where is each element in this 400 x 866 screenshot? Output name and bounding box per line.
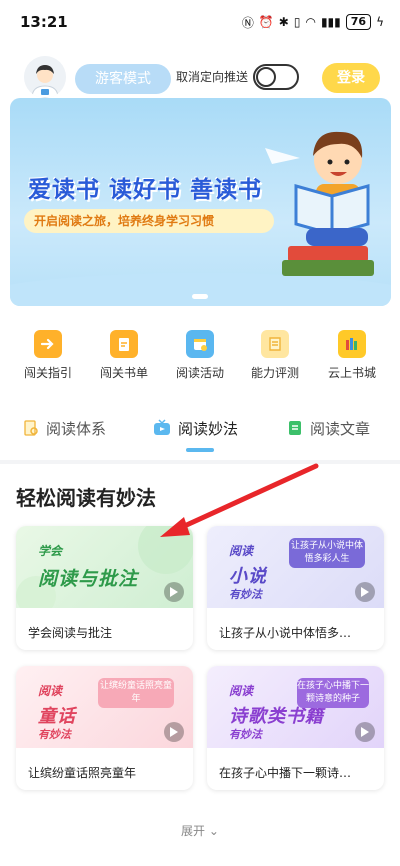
card-thumbnail: 阅读 小说 有妙法 让孩子从小说中体悟多彩人生 xyxy=(207,526,384,608)
enter-arrow-icon xyxy=(34,330,62,358)
method-card[interactable]: 阅读 童话 有妙法 让缤纷童话照亮童年 让缤纷童话照亮童年 xyxy=(16,666,193,790)
card-thumb-foot: 有妙法 xyxy=(229,588,262,601)
card-thumb-small: 学会 xyxy=(38,544,63,558)
expand-label: 展开 xyxy=(181,824,206,838)
card-thumb-foot: 有妙法 xyxy=(38,728,71,741)
charging-icon: ϟ xyxy=(376,15,384,29)
card-thumb-big: 童话 xyxy=(38,706,76,727)
quick-link-bookstore[interactable]: 云上书城 xyxy=(317,330,387,381)
banner-page-indicator xyxy=(192,294,208,299)
card-thumb-small: 阅读 xyxy=(229,684,254,698)
battery-icon: 76 xyxy=(345,14,372,30)
guest-mode-button[interactable]: 游客模式 xyxy=(75,64,171,94)
tab-label: 阅读文章 xyxy=(310,419,371,438)
quick-link-label: 能力评测 xyxy=(250,366,299,380)
chevron-down-icon: ⌄ xyxy=(208,824,219,838)
quick-link-booklist[interactable]: 闯关书单 xyxy=(89,330,159,381)
banner-subtitle: 开启阅读之旅，培养终身学习习惯 xyxy=(24,209,274,233)
card-thumb-small: 阅读 xyxy=(229,544,254,558)
quick-link-label: 闯关书单 xyxy=(99,366,148,380)
vibrate-icon: ▯ xyxy=(293,15,301,29)
bluetooth-icon: ✱ xyxy=(278,15,289,29)
tab-label: 阅读体系 xyxy=(46,419,107,438)
signal-icon: ▮▮▮ xyxy=(320,15,341,29)
nfc-icon: Ⓝ xyxy=(241,15,254,30)
quick-link-guide[interactable]: 闯关指引 xyxy=(13,330,83,381)
card-thumbnail: 阅读 诗歌类书籍 有妙法 在孩子心中播下一颗诗意的种子 xyxy=(207,666,384,748)
quick-link-assessment[interactable]: 能力评测 xyxy=(240,330,310,381)
banner-title: 爱读书 读好书 善读书 xyxy=(28,177,263,203)
card-bubble: 让缤纷童话照亮童年 xyxy=(98,678,174,708)
card-title: 学会阅读与批注 xyxy=(28,626,113,640)
tab-reading-methods[interactable]: 阅读妙法 xyxy=(152,408,238,448)
card-thumbnail: 阅读 童话 有妙法 让缤纷童话照亮童年 xyxy=(16,666,193,748)
bookshelf-icon xyxy=(338,330,366,358)
tv-icon xyxy=(154,419,170,435)
login-button[interactable]: 登录 xyxy=(322,63,380,93)
method-card[interactable]: 阅读 诗歌类书籍 有妙法 在孩子心中播下一颗诗意的种子 在孩子心中播下一颗诗… xyxy=(207,666,384,790)
card-title: 让缤纷童话照亮童年 xyxy=(28,766,137,780)
play-icon[interactable] xyxy=(164,582,184,602)
quick-link-label: 云上书城 xyxy=(327,366,376,380)
quick-link-activity[interactable]: 阅读活动 xyxy=(165,330,235,381)
push-toggle-label: 取消定向推送 xyxy=(176,70,249,84)
card-title: 在孩子心中播下一颗诗… xyxy=(219,766,352,780)
document-icon xyxy=(289,421,301,435)
quick-link-label: 阅读活动 xyxy=(175,366,224,380)
play-icon[interactable] xyxy=(355,722,375,742)
status-icons: Ⓝ ⏰ ✱ ▯ ◠ ▮▮▮ 76 ϟ xyxy=(242,14,384,31)
avatar-icon xyxy=(24,56,66,98)
card-thumb-big: 阅读与批注 xyxy=(38,568,139,590)
card-thumbnail: 学会 阅读与批注 xyxy=(16,526,193,608)
method-card[interactable]: 学会 阅读与批注 学会阅读与批注 xyxy=(16,526,193,650)
calendar-icon xyxy=(186,330,214,358)
toggle-knob xyxy=(256,67,276,87)
status-time: 13:21 xyxy=(20,13,68,31)
expand-button[interactable]: 展开 ⌄ xyxy=(0,822,400,839)
method-card[interactable]: 阅读 小说 有妙法 让孩子从小说中体悟多彩人生 让孩子从小说中体悟多… xyxy=(207,526,384,650)
tab-reading-system[interactable]: 阅读体系 xyxy=(22,408,106,448)
tab-bar: 阅读体系 阅读妙法 阅读文章 xyxy=(0,408,400,452)
card-bubble: 在孩子心中播下一颗诗意的种子 xyxy=(297,678,369,708)
divider xyxy=(0,460,400,464)
book-list-icon xyxy=(110,330,138,358)
card-thumb-small: 阅读 xyxy=(38,684,63,698)
section-title: 轻松阅读有妙法 xyxy=(16,486,156,510)
wifi-icon: ◠ xyxy=(305,15,316,29)
tab-label: 阅读妙法 xyxy=(178,419,239,438)
avatar[interactable] xyxy=(24,56,66,98)
play-icon[interactable] xyxy=(164,722,184,742)
card-bubble: 让孩子从小说中体悟多彩人生 xyxy=(289,538,365,568)
quick-link-label: 闯关指引 xyxy=(23,366,72,380)
quick-links: 闯关指引 闯关书单 阅读活动 能力评测 云上书城 xyxy=(0,330,400,384)
alarm-icon: ⏰ xyxy=(258,15,274,29)
play-icon[interactable] xyxy=(355,582,375,602)
card-thumb-foot: 有妙法 xyxy=(229,728,262,741)
status-bar: 13:21 Ⓝ ⏰ ✱ ▯ ◠ ▮▮▮ 76 ϟ xyxy=(0,0,400,44)
scroll-icon xyxy=(261,330,289,358)
tab-reading-articles[interactable]: 阅读文章 xyxy=(286,408,370,448)
magnifier-doc-icon xyxy=(24,420,38,436)
active-tab-indicator xyxy=(186,448,214,452)
header-row: 游客模式 取消定向推送 登录 xyxy=(0,52,400,104)
card-thumb-big: 小说 xyxy=(229,566,267,587)
card-title: 让孩子从小说中体悟多… xyxy=(219,626,352,640)
push-toggle[interactable] xyxy=(253,64,299,90)
banner[interactable]: 爱读书 读好书 善读书 开启阅读之旅，培养终身学习习惯 xyxy=(10,98,391,306)
